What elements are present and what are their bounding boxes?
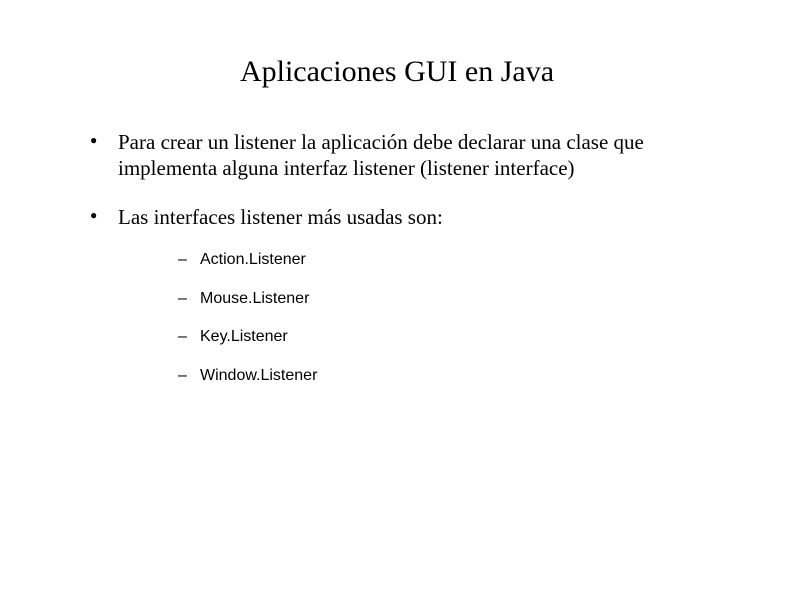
slide-container: Aplicaciones GUI en Java Para crear un l… <box>0 0 794 387</box>
sub-list-item: Action.Listener <box>178 250 744 271</box>
sub-bullet-text: Key.Listener <box>200 328 288 345</box>
bullet-text: Las interfaces listener más usadas son: <box>118 205 443 229</box>
sub-bullet-text: Window.Listener <box>200 367 317 384</box>
sub-bullet-text: Mouse.Listener <box>200 290 309 307</box>
bullet-text: Para crear un listener la aplicación deb… <box>118 130 644 180</box>
list-item: Para crear un listener la aplicación deb… <box>90 129 744 182</box>
slide-title: Aplicaciones GUI en Java <box>170 55 624 89</box>
list-item: Las interfaces listener más usadas son: … <box>90 204 744 387</box>
sub-list-item: Window.Listener <box>178 366 744 387</box>
sub-list-item: Mouse.Listener <box>178 289 744 310</box>
main-bullet-list: Para crear un listener la aplicación deb… <box>50 129 744 387</box>
sub-bullet-list: Action.Listener Mouse.Listener Key.Liste… <box>118 250 744 387</box>
sub-list-item: Key.Listener <box>178 327 744 348</box>
sub-bullet-text: Action.Listener <box>200 251 306 268</box>
